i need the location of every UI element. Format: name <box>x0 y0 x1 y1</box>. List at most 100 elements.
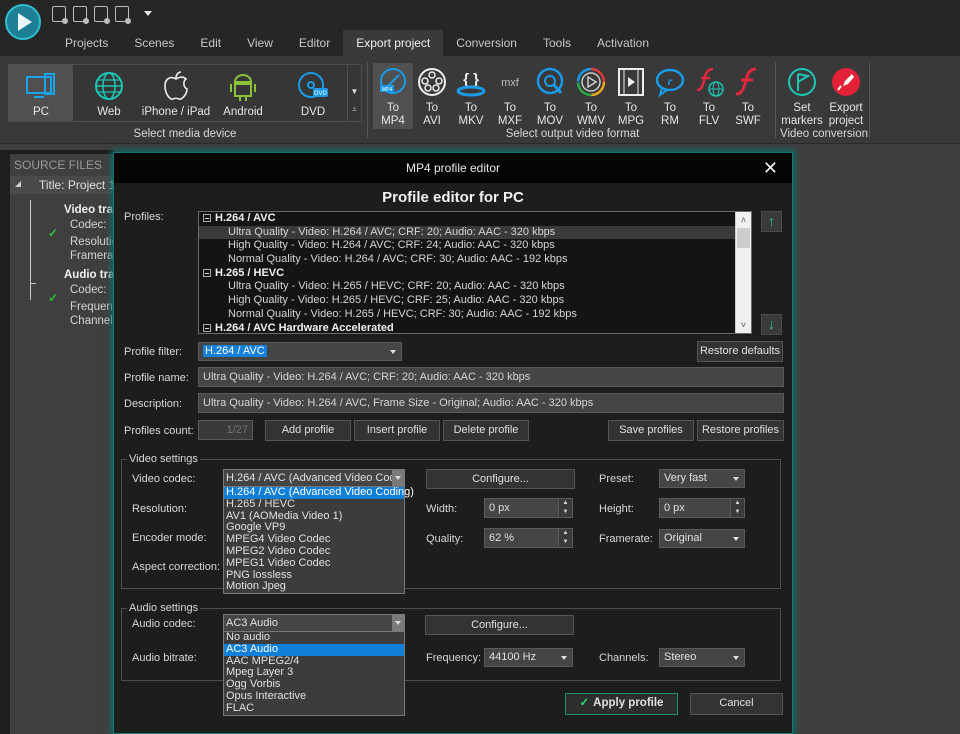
preset-dropdown[interactable]: Very fast <box>659 469 745 488</box>
scroll-up-icon[interactable]: ˄ <box>736 212 751 228</box>
scene-icon[interactable] <box>115 6 131 24</box>
quality-spinner[interactable]: 62 % ▲ ▼ <box>484 528 573 548</box>
video-codec-options: H.264 / AVC (Advanced Video Coding) H.26… <box>223 486 414 594</box>
expand-gallery-icon[interactable]: ⩡ <box>348 101 361 119</box>
profile-item[interactable]: High Quality - Video: H.264 / AVC; CRF: … <box>199 239 751 253</box>
format-mxf-button[interactable]: mxf To MXF <box>491 63 529 128</box>
profile-name-input[interactable]: Ultra Quality - Video: H.264 / AVC; CRF:… <box>198 367 784 387</box>
collapse-icon[interactable] <box>15 181 21 187</box>
apply-profile-button[interactable]: ✓ Apply profile <box>565 693 678 715</box>
tab-editor[interactable]: Editor <box>286 30 343 56</box>
checkmark-icon: ✓ <box>579 697 590 709</box>
scroll-thumb[interactable] <box>737 228 750 248</box>
group-label: Select media device <box>133 128 237 140</box>
tree-line <box>30 200 36 284</box>
tab-scenes[interactable]: Scenes <box>121 30 187 56</box>
new-project-icon[interactable] <box>52 6 68 24</box>
collapse-icon[interactable] <box>203 214 211 223</box>
device-iphone-ipad[interactable]: iPhone / iPad <box>141 65 211 119</box>
format-flv-button[interactable]: To FLV <box>690 63 728 128</box>
profile-item[interactable]: Ultra Quality - Video: H.265 / HEVC; CRF… <box>199 280 751 294</box>
profiles-scrollbar[interactable]: ˄ ˅ <box>735 212 751 333</box>
height-spinner[interactable]: 0 px ▲ ▼ <box>659 498 745 518</box>
export-project-button[interactable]: Export project <box>824 63 868 128</box>
format-mpg-button[interactable]: To MPG <box>612 63 650 128</box>
decrement-icon[interactable]: ▼ <box>559 508 572 517</box>
tab-view[interactable]: View <box>234 30 286 56</box>
format-avi-button[interactable]: To AVI <box>414 63 450 128</box>
scroll-down-icon[interactable]: ▼ <box>348 83 361 101</box>
device-web[interactable]: Web <box>79 65 139 119</box>
app-logo-icon[interactable] <box>5 4 41 40</box>
increment-icon[interactable]: ▲ <box>559 529 572 538</box>
cancel-button[interactable]: Cancel <box>690 693 783 715</box>
audio-codec-option[interactable]: AC3 Audio <box>224 643 404 656</box>
set-markers-button[interactable]: Set markers <box>780 63 824 128</box>
decrement-icon[interactable]: ▼ <box>731 508 744 517</box>
profile-group[interactable]: H.264 / AVC Hardware Accelerated <box>199 322 751 333</box>
format-rm-button[interactable]: r To RM <box>651 63 689 128</box>
format-wmv-button[interactable]: To WMV <box>571 63 611 128</box>
profiles-list[interactable]: H.264 / AVC Ultra Quality - Video: H.264… <box>198 211 752 334</box>
format-mkv-button[interactable]: { } To MKV <box>452 63 490 128</box>
increment-icon[interactable]: ▲ <box>731 499 744 508</box>
description-input[interactable]: Ultra Quality - Video: H.264 / AVC, Fram… <box>198 393 784 413</box>
add-profile-button[interactable]: Add profile <box>265 420 351 441</box>
device-android[interactable]: Android <box>215 65 271 119</box>
profile-item[interactable]: Normal Quality - Video: H.265 / HEVC; CR… <box>199 308 751 322</box>
device-pc[interactable]: PC <box>9 65 73 121</box>
chevron-down-icon[interactable] <box>392 470 404 486</box>
delete-profile-button[interactable]: Delete profile <box>443 420 529 441</box>
audio-codec-option[interactable]: Opus Interactive <box>224 690 404 703</box>
move-down-button[interactable]: ↓ <box>761 314 782 335</box>
video-codec-option[interactable]: MPEG1 Video Codec <box>224 557 404 570</box>
profile-item[interactable]: High Quality - Video: H.265 / HEVC; CRF:… <box>199 294 751 308</box>
open-project-icon[interactable] <box>73 6 89 24</box>
chevron-down-icon[interactable] <box>392 615 404 631</box>
format-swf-button[interactable]: To SWF <box>729 63 767 128</box>
collapse-icon[interactable] <box>203 268 211 277</box>
save-icon[interactable] <box>94 6 110 24</box>
audio-codec-option[interactable]: FLAC <box>224 702 404 715</box>
restore-profiles-button[interactable]: Restore profiles <box>697 420 784 441</box>
video-codec-option[interactable]: H.265 / HEVC <box>224 498 404 511</box>
profile-item[interactable]: Ultra Quality - Video: H.264 / AVC; CRF:… <box>199 225 751 240</box>
collapse-icon[interactable] <box>203 323 211 332</box>
profile-filter-dropdown[interactable]: H.264 / AVC <box>198 342 402 361</box>
tab-projects[interactable]: Projects <box>52 30 121 56</box>
frequency-dropdown[interactable]: 44100 Hz <box>484 648 573 667</box>
audio-codec-dropdown[interactable]: AC3 Audio <box>223 614 405 632</box>
save-profiles-button[interactable]: Save profiles <box>608 420 694 441</box>
tab-export-project[interactable]: Export project <box>343 30 444 56</box>
move-up-button[interactable]: ↑ <box>761 211 782 232</box>
framerate-dropdown[interactable]: Original <box>659 529 745 548</box>
video-codec-option[interactable]: MPEG2 Video Codec <box>224 545 404 558</box>
profile-group[interactable]: H.264 / AVC <box>199 212 751 226</box>
increment-icon[interactable]: ▲ <box>559 499 572 508</box>
project-row[interactable]: Title: Project 15 <box>10 176 122 194</box>
format-mov-button[interactable]: To MOV <box>530 63 570 128</box>
channels-dropdown[interactable]: Stereo <box>659 648 745 667</box>
width-spinner[interactable]: 0 px ▲ ▼ <box>484 498 573 518</box>
profile-group[interactable]: H.265 / HEVC <box>199 267 751 281</box>
video-codec-option[interactable]: Motion Jpeg <box>224 581 404 593</box>
tab-conversion[interactable]: Conversion <box>443 30 530 56</box>
video-codec-dropdown[interactable]: H.264 / AVC (Advanced Video Codi <box>223 469 405 487</box>
scroll-down-icon[interactable]: ˅ <box>736 317 751 333</box>
device-dvd[interactable]: DVD DVD <box>285 65 341 119</box>
profile-item[interactable]: Normal Quality - Video: H.264 / AVC; CRF… <box>199 253 751 267</box>
video-configure-button[interactable]: Configure... <box>426 469 575 489</box>
decrement-icon[interactable]: ▼ <box>559 538 572 547</box>
svg-text:mxf: mxf <box>501 77 520 89</box>
insert-profile-button[interactable]: Insert profile <box>354 420 440 441</box>
device-gallery-scroll[interactable]: ▼ ⩡ <box>347 65 361 121</box>
close-icon[interactable]: ✕ <box>763 153 778 183</box>
customize-dropdown-icon[interactable] <box>144 11 152 16</box>
audio-configure-button[interactable]: Configure... <box>425 615 574 635</box>
tab-activation[interactable]: Activation <box>584 30 662 56</box>
tab-tools[interactable]: Tools <box>530 30 584 56</box>
restore-defaults-button[interactable]: Restore defaults <box>697 341 783 362</box>
scroll-up-icon[interactable] <box>348 65 361 83</box>
tab-edit[interactable]: Edit <box>187 30 234 56</box>
format-mp4-button[interactable]: MP4 To MP4 <box>373 63 413 129</box>
